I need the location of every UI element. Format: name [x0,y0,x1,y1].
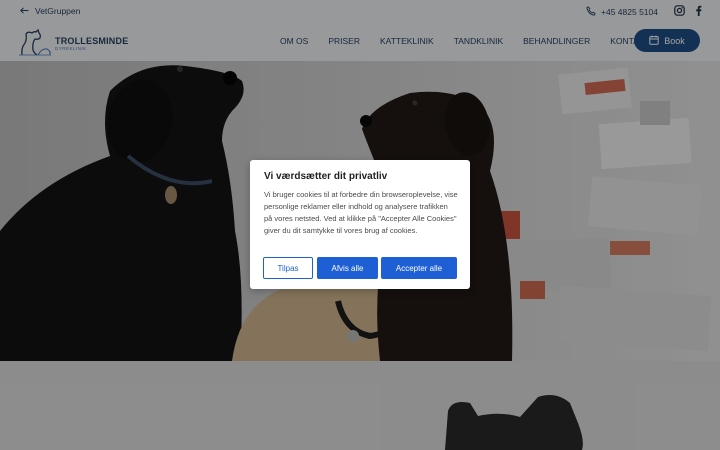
cookie-consent-dialog: Vi værdsætter dit privatliv Vi bruger co… [250,160,470,289]
cookie-dialog-text: Vi bruger cookies til at forbedre din br… [264,190,458,236]
accept-all-button[interactable]: Accepter alle [381,257,457,279]
cookie-dialog-title: Vi værdsætter dit privatliv [264,171,388,182]
customize-button[interactable]: Tilpas [263,257,313,279]
reject-all-button[interactable]: Afvis alle [317,257,378,279]
